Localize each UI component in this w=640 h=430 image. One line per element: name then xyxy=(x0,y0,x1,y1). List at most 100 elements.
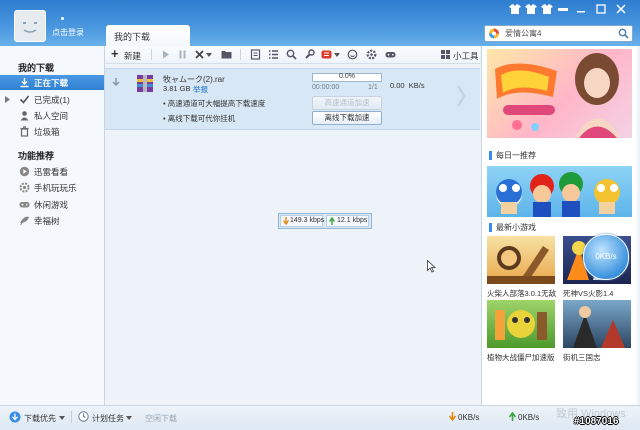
game-thumb-3[interactable] xyxy=(487,300,555,348)
sidebar-item-mobile-fun[interactable]: 手机玩玩乐 xyxy=(0,180,104,195)
list-icon[interactable] xyxy=(268,49,279,60)
task-progress-label: 0.0% xyxy=(339,73,355,80)
total-upload-speed: 0KB/s xyxy=(518,413,540,422)
speed-ball[interactable]: 0KB/s xyxy=(583,234,629,280)
download-priority-icon xyxy=(9,411,21,423)
sidebar-item-label: 已完成(1) xyxy=(34,95,70,105)
offline-download-icon[interactable] xyxy=(321,49,332,60)
sidebar-item-trash[interactable]: 垃圾箱 xyxy=(0,124,104,139)
chevron-down-icon[interactable] xyxy=(334,53,340,57)
download-task-row[interactable] xyxy=(105,68,480,130)
download-speed-segment: 149.3 kbps xyxy=(280,215,325,227)
new-games-title: 最新小游戏 xyxy=(496,223,536,232)
game-thumb-image xyxy=(573,306,625,348)
chevron-down-icon[interactable] xyxy=(206,53,212,57)
section-marker xyxy=(489,151,492,160)
offline-download-button[interactable]: 离线下载加速 xyxy=(312,111,382,125)
search-engine-logo-icon[interactable] xyxy=(488,28,500,39)
game-thumb-image xyxy=(487,246,555,284)
sidebar-item-private-space[interactable]: 私人空间 xyxy=(0,108,104,123)
mouse-cursor-icon xyxy=(427,260,436,273)
sidebar-section-downloads: 我的下载 xyxy=(18,63,55,73)
section-marker xyxy=(489,223,492,232)
game-caption-4[interactable]: 街机三国志 xyxy=(563,352,635,363)
tip-high-speed: • 高速通道可大幅提高下载速度 xyxy=(163,99,266,108)
toolbar-separator xyxy=(240,49,241,60)
schedule-task-dropdown[interactable]: 计划任务 xyxy=(92,413,124,424)
tab-my-downloads[interactable]: 我的下载 xyxy=(106,25,190,46)
emoticon-icon[interactable] xyxy=(347,49,358,60)
download-priority-dropdown[interactable]: 下载优先 xyxy=(24,413,56,424)
rar-file-icon xyxy=(137,75,153,92)
avatar[interactable] xyxy=(14,10,46,42)
search-icon[interactable] xyxy=(618,28,629,39)
sidebar-section-features: 功能推荐 xyxy=(18,151,55,161)
gamepad-icon[interactable] xyxy=(385,49,396,60)
delete-icon[interactable] xyxy=(194,49,205,60)
game-caption-1[interactable]: 火柴人部落3.0.1无敌 xyxy=(487,288,559,299)
sidebar-item-label: 垃圾箱 xyxy=(34,127,60,137)
game-caption-3[interactable]: 植物大战僵尸加速版 xyxy=(487,352,559,363)
mario-characters-image xyxy=(496,172,620,217)
settings-icon[interactable] xyxy=(540,3,554,15)
maximize-icon[interactable] xyxy=(594,3,608,15)
game-thumb-4[interactable] xyxy=(563,300,631,348)
up-arrow-icon xyxy=(509,412,516,421)
sidebar-item-label: 手机玩玩乐 xyxy=(34,183,77,193)
search-icon[interactable] xyxy=(286,49,297,60)
total-download-speed: 0KB/s xyxy=(458,413,480,422)
trash-icon xyxy=(20,126,29,137)
close-icon[interactable] xyxy=(614,3,628,15)
skin-icon[interactable] xyxy=(508,3,522,15)
sidebar-item-label: 幸福树 xyxy=(34,216,60,226)
task-resource-count: 1/1 xyxy=(368,84,378,91)
status-dot xyxy=(61,17,64,20)
down-arrow-icon xyxy=(283,217,289,225)
tab-label: 我的下载 xyxy=(114,32,151,42)
game-thumb-1[interactable] xyxy=(487,236,555,284)
login-link[interactable]: 点击登录 xyxy=(52,27,84,38)
game-caption-2[interactable]: 死神VS火影1.4 xyxy=(563,288,635,299)
sidebar-item-happy-tree[interactable]: 幸福树 xyxy=(0,213,104,228)
details-icon[interactable] xyxy=(250,49,261,60)
high-speed-button[interactable]: 高速通道加速 xyxy=(312,96,382,110)
ad-banner[interactable] xyxy=(487,49,632,138)
menu-icon[interactable] xyxy=(556,3,570,15)
pause-icon[interactable] xyxy=(177,49,188,60)
sidebar-item-xunlei-kankan[interactable]: 迅雷看看 xyxy=(0,164,104,179)
daily-recommend-title: 每日一推荐 xyxy=(496,151,536,160)
search-input[interactable]: 爱情公寓4 xyxy=(505,28,541,39)
upload-speed-segment: 12.1 kbps xyxy=(326,215,369,227)
wrench-icon[interactable] xyxy=(304,49,315,60)
up-arrow-icon xyxy=(329,217,335,225)
tree-icon xyxy=(20,216,29,226)
minimize-icon[interactable] xyxy=(574,3,588,15)
start-icon[interactable] xyxy=(160,49,171,60)
chevron-right-icon[interactable] xyxy=(456,84,466,108)
chevron-down-icon[interactable] xyxy=(126,416,132,420)
search-box[interactable]: 爱情公寓4 xyxy=(484,25,633,42)
floating-speed-widget[interactable]: 149.3 kbps 12.1 kbps xyxy=(278,213,372,229)
message-icon[interactable] xyxy=(524,3,538,15)
down-arrow-icon xyxy=(449,412,456,421)
task-progress-bar: 0.0% xyxy=(312,73,382,82)
play-circle-icon xyxy=(19,166,30,177)
sidebar-item-completed[interactable]: 已完成(1) xyxy=(0,92,104,107)
image-id-watermark: #1087016 xyxy=(574,416,619,427)
avatar-face-icon xyxy=(23,22,37,33)
tools-button[interactable]: 小工具 xyxy=(453,50,479,62)
daily-recommend-image[interactable] xyxy=(487,166,632,217)
download-icon xyxy=(20,78,29,88)
download-speed-value: 149.3 kbps xyxy=(290,217,325,224)
sidebar-item-downloading[interactable]: 正在下载 xyxy=(0,75,104,90)
new-task-button[interactable]: 新建 xyxy=(124,50,141,62)
report-link[interactable]: 举报 xyxy=(193,84,208,95)
check-icon xyxy=(19,95,30,104)
sidebar-item-casual-games[interactable]: 休闲游戏 xyxy=(0,197,104,212)
idle-download-toggle[interactable]: 空闲下载 xyxy=(145,413,177,424)
settings-gear-icon[interactable] xyxy=(366,49,377,60)
task-size: 3.81 GB xyxy=(163,84,191,93)
chevron-down-icon[interactable] xyxy=(59,416,65,420)
folder-icon[interactable] xyxy=(221,49,232,60)
sidebar-item-label: 私人空间 xyxy=(34,111,69,121)
